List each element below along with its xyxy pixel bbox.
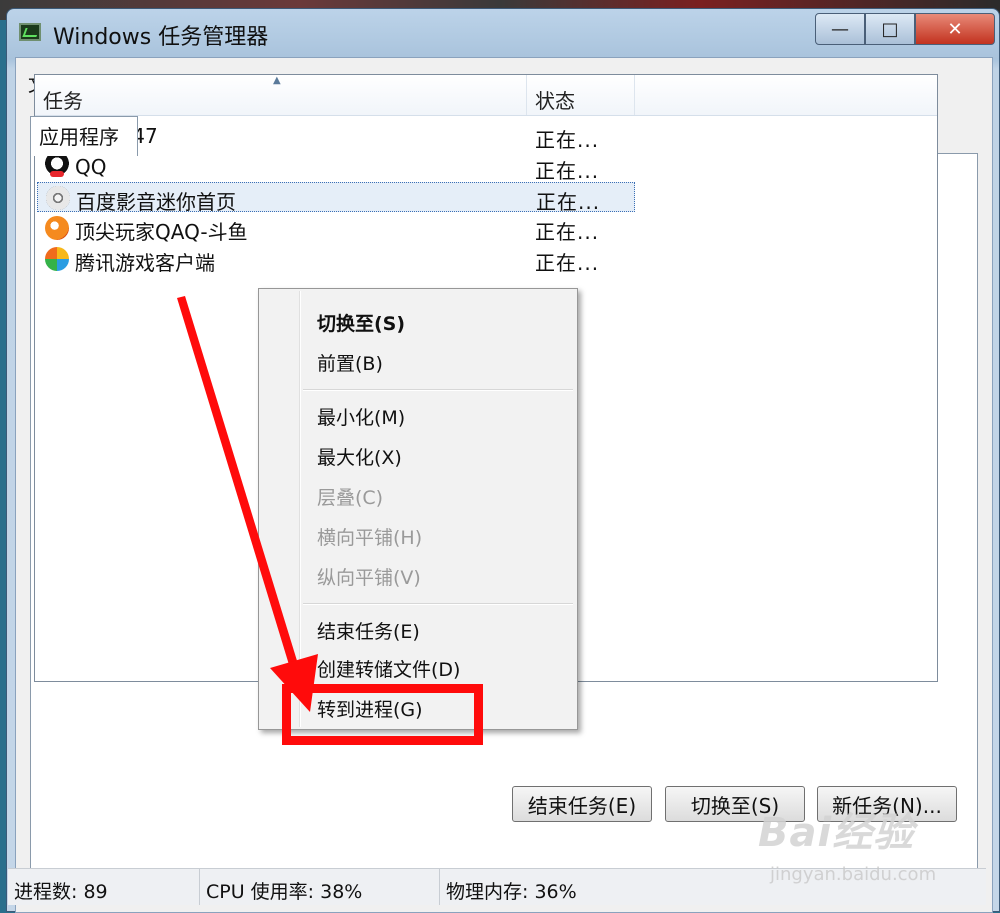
end-task-button[interactable]: 结束任务(E) xyxy=(512,786,652,822)
maximize-button[interactable]: □ xyxy=(865,13,915,45)
task-status: 正在... xyxy=(535,159,600,183)
task-status: 正在... xyxy=(535,128,600,152)
ctx-bring-to-front[interactable]: 前置(B) xyxy=(317,349,383,376)
watermark-url: jingyan.baidu.com xyxy=(770,864,937,885)
ctx-tile-vertically[interactable]: 纵向平铺(V) xyxy=(317,563,421,590)
task-status: 正在... xyxy=(536,190,601,214)
task-name: 百度影音迷你首页 xyxy=(76,190,236,214)
ctx-cascade[interactable]: 层叠(C) xyxy=(317,483,383,510)
list-item-selected[interactable]: 百度影音迷你首页 正在... xyxy=(37,182,635,214)
task-name: QQ xyxy=(75,155,107,179)
sort-ascending-icon: ▲ xyxy=(273,75,281,86)
task-status: 正在... xyxy=(535,220,600,244)
tencent-games-icon xyxy=(45,247,69,271)
context-menu: 切换至(S) 前置(B) 最小化(M) 最大化(X) 层叠(C) 横向平铺(H)… xyxy=(258,288,578,730)
qq-penguin-icon xyxy=(45,155,69,179)
minimize-icon: — xyxy=(831,18,849,40)
game-icon xyxy=(45,216,69,240)
column-header-task[interactable]: 任务 xyxy=(35,75,527,115)
list-item[interactable]: QQ 正在... xyxy=(37,152,937,183)
tab-applications[interactable]: 应用程序 xyxy=(30,116,138,156)
column-header-status[interactable]: 状态 xyxy=(527,75,635,115)
minimize-button[interactable]: — xyxy=(815,13,865,45)
menu-separator xyxy=(303,603,573,605)
annotation-highlight-box xyxy=(282,684,483,745)
ctx-minimize[interactable]: 最小化(M) xyxy=(317,403,405,430)
maximize-icon: □ xyxy=(881,18,899,40)
task-manager-app-icon xyxy=(19,23,41,41)
task-name: 腾讯游戏客户端 xyxy=(75,251,215,275)
ctx-create-dump-file[interactable]: 创建转储文件(D) xyxy=(317,655,460,682)
ctx-tile-horizontally[interactable]: 横向平铺(H) xyxy=(317,523,422,550)
title-bar[interactable]: Windows 任务管理器 — □ ✕ xyxy=(7,9,999,57)
list-item[interactable]: 腾讯游戏客户端 正在... xyxy=(37,244,937,275)
task-name: 顶尖玩家QAQ-斗鱼 xyxy=(75,220,248,244)
status-process-count: 进程数: 89 xyxy=(8,869,200,905)
close-button[interactable]: ✕ xyxy=(915,13,995,45)
list-item[interactable]: 4.0.1.47 正在... xyxy=(37,121,937,152)
list-header: 任务 ▲ 状态 xyxy=(35,75,937,116)
baidu-player-icon xyxy=(46,186,70,210)
ctx-switch-to[interactable]: 切换至(S) xyxy=(317,309,405,336)
ctx-maximize[interactable]: 最大化(X) xyxy=(317,443,402,470)
window-title: Windows 任务管理器 xyxy=(53,25,269,50)
close-icon: ✕ xyxy=(947,18,963,40)
menu-separator xyxy=(303,389,573,391)
baidu-jingyan-watermark: Bai经验 xyxy=(758,810,915,856)
status-cpu-usage: CPU 使用率: 38% xyxy=(200,869,440,905)
list-item[interactable]: 顶尖玩家QAQ-斗鱼 正在... xyxy=(37,213,937,244)
ctx-end-task[interactable]: 结束任务(E) xyxy=(317,617,420,644)
task-status: 正在... xyxy=(535,251,600,275)
